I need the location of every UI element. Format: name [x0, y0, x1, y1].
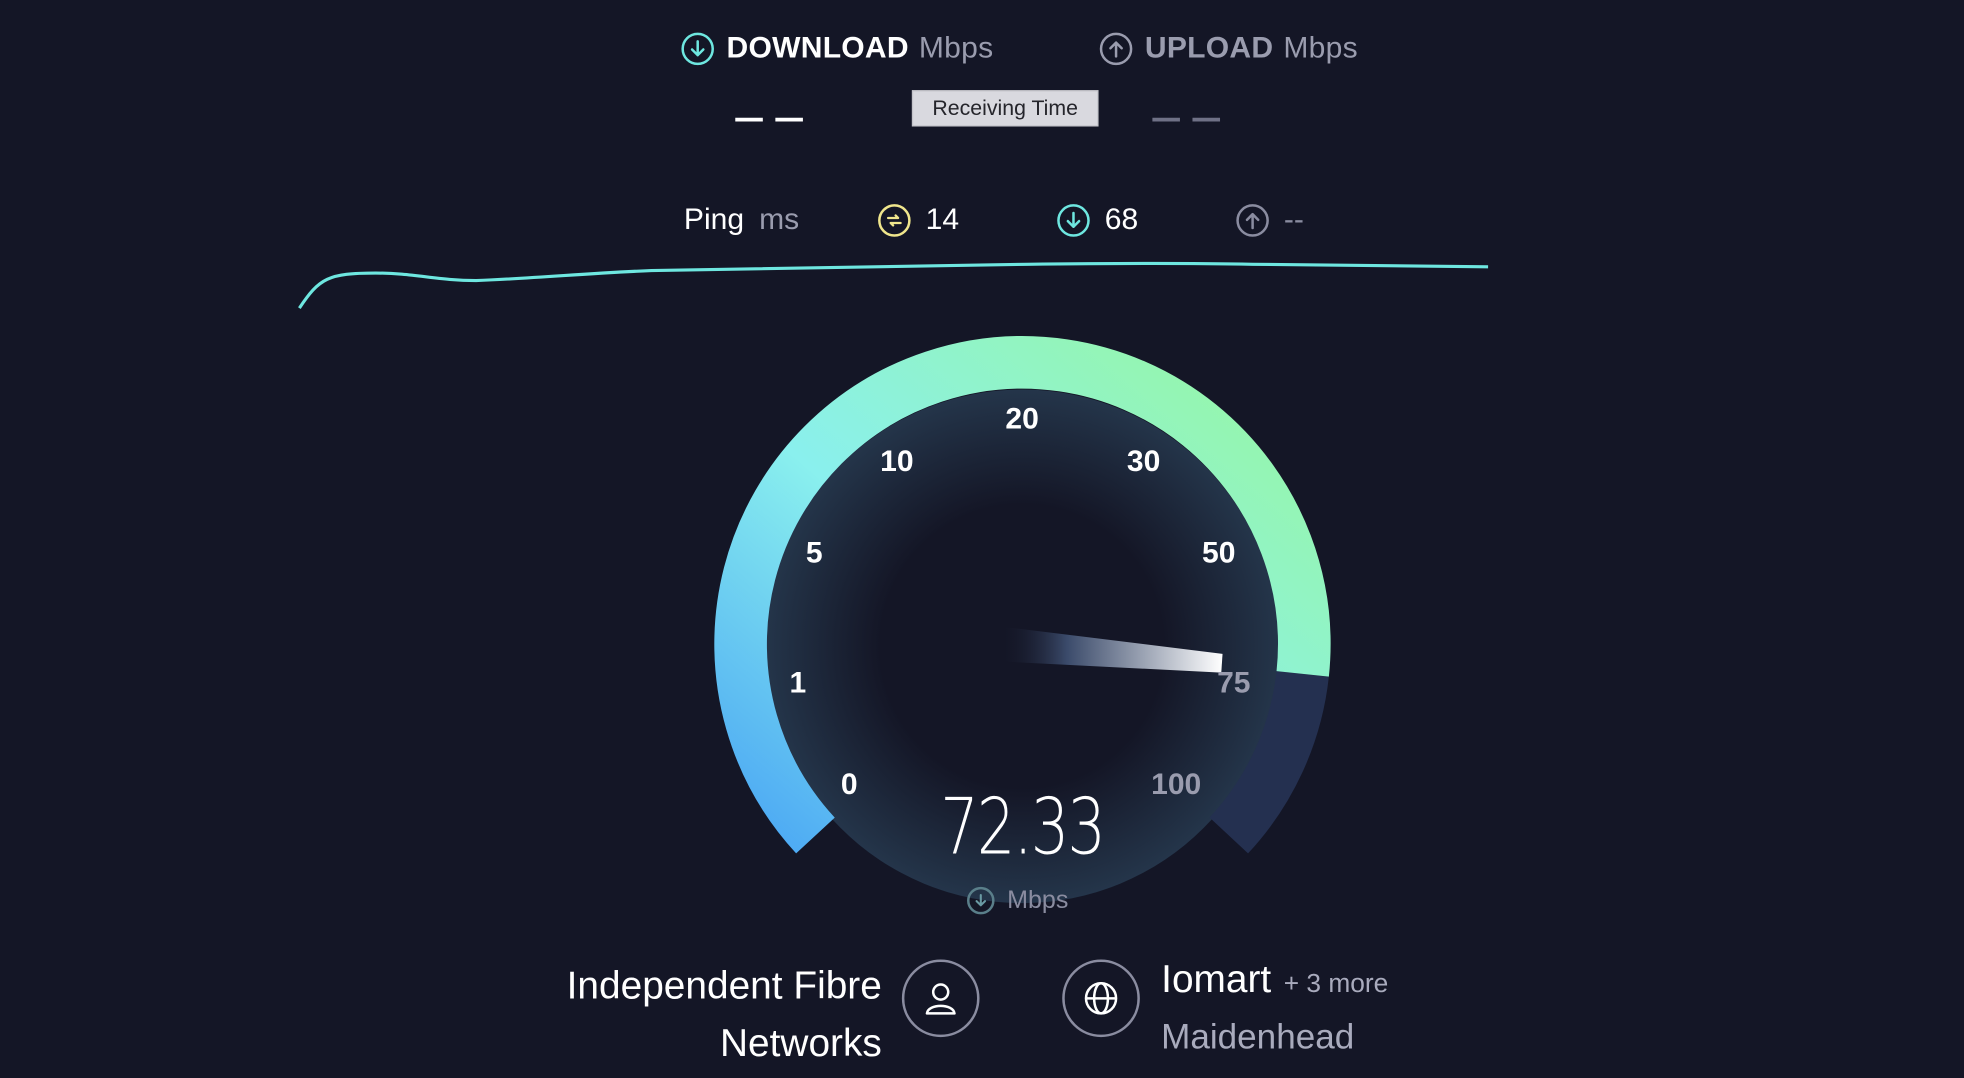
speedtest-screen: DOWNLOAD Mbps UPLOAD Mbps Receiving Time…: [0, 0, 1964, 1078]
isp-name-line1: Independent Fibre: [566, 963, 882, 1008]
gauge-tick-75: 75: [1217, 666, 1251, 701]
gauge-tick-1: 1: [789, 666, 807, 701]
gauge-tick-0: 0: [840, 767, 858, 802]
server-name-group[interactable]: Iomart + 3 more: [1161, 957, 1388, 1012]
current-speed-value: 72.33: [940, 780, 1106, 873]
server-more-link[interactable]: + 3 more: [1284, 970, 1389, 1000]
isp-name-line2: Networks: [719, 1020, 882, 1065]
gauge-tick-100: 100: [1151, 767, 1202, 802]
current-speed-unit-label: Mbps: [1007, 886, 1069, 914]
gauge-tick-20: 20: [1005, 402, 1039, 436]
gauge-tick-50: 50: [1202, 536, 1236, 570]
current-speed-unit: Mbps: [967, 884, 1068, 917]
gauge-tick-30: 30: [1126, 444, 1161, 479]
server-name[interactable]: Iomart: [1161, 957, 1271, 1002]
speed-graph-line: [298, 261, 1489, 310]
server-location: Maidenhead: [1161, 1017, 1355, 1056]
download-arrow-icon: [967, 886, 995, 915]
globe-icon[interactable]: [1062, 959, 1140, 1038]
user-icon[interactable]: [901, 959, 980, 1038]
isp-name: Independent Fibre Networks: [481, 957, 882, 1072]
gauge-tick-5: 5: [805, 536, 823, 570]
gauge-tick-10: 10: [880, 444, 914, 479]
